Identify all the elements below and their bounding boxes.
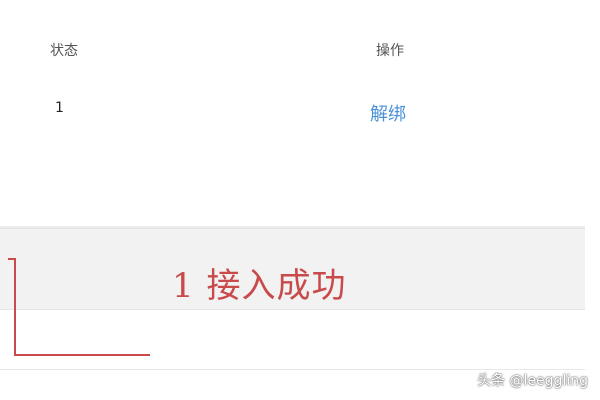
page: 状态 操作 1 解绑 1 接入成功 头条 @leeggling xyxy=(0,0,600,400)
column-header-status: 状态 xyxy=(50,43,78,59)
unbind-link[interactable]: 解绑 xyxy=(370,100,406,126)
annotation-tick xyxy=(8,258,16,260)
cell-status: 1 xyxy=(55,100,64,116)
annotation-bracket xyxy=(14,258,150,356)
annotation-label: 1 接入成功 xyxy=(172,266,347,306)
watermark: 头条 @leeggling xyxy=(477,373,588,389)
column-header-action: 操作 xyxy=(376,43,404,59)
